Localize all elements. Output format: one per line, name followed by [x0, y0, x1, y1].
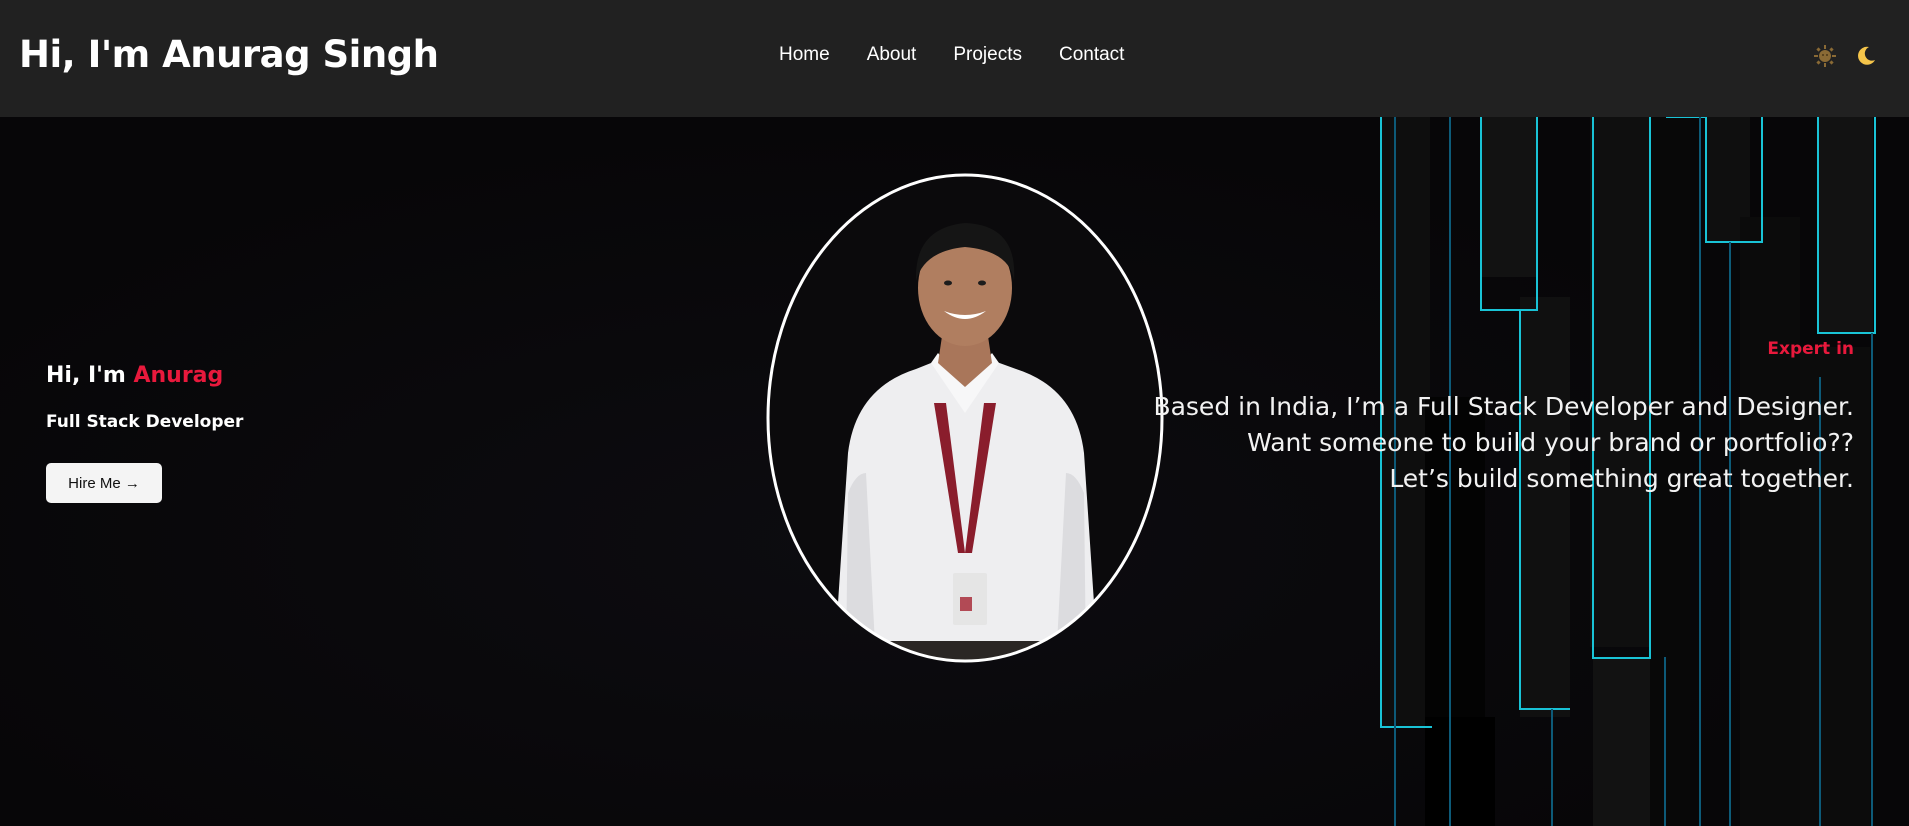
nav-projects[interactable]: Projects [953, 44, 1022, 66]
tagline: Based in India, I’m a Full Stack Develop… [1153, 389, 1854, 497]
profile-photo [766, 173, 1164, 663]
moon-icon[interactable] [1854, 44, 1878, 68]
expert-label: Expert in [1767, 339, 1854, 359]
hire-me-button[interactable]: Hire Me → [46, 463, 162, 503]
nav-contact[interactable]: Contact [1059, 44, 1124, 66]
main-nav: Home About Projects Contact [779, 44, 1124, 66]
hero-section: Hi, I'm Anurag Full Stack Developer Hire… [0, 117, 1909, 826]
nav-home[interactable]: Home [779, 44, 830, 66]
greeting-name: Anurag [133, 363, 224, 388]
greeting-prefix: Hi, I'm [46, 363, 134, 388]
tagline-line: Want someone to build your brand or port… [1247, 428, 1854, 457]
sun-icon[interactable] [1813, 44, 1837, 68]
intro-role: Full Stack Developer [46, 412, 244, 432]
tagline-line: Based in India, I’m a Full Stack Develop… [1153, 392, 1854, 421]
site-header: Hi, I'm Anurag Singh Home About Projects… [0, 0, 1909, 117]
site-brand[interactable]: Hi, I'm Anurag Singh [19, 33, 439, 76]
tagline-line: Let’s build something great together. [1389, 464, 1854, 493]
nav-about[interactable]: About [867, 44, 917, 66]
intro-greeting: Hi, I'm Anurag [46, 363, 223, 388]
